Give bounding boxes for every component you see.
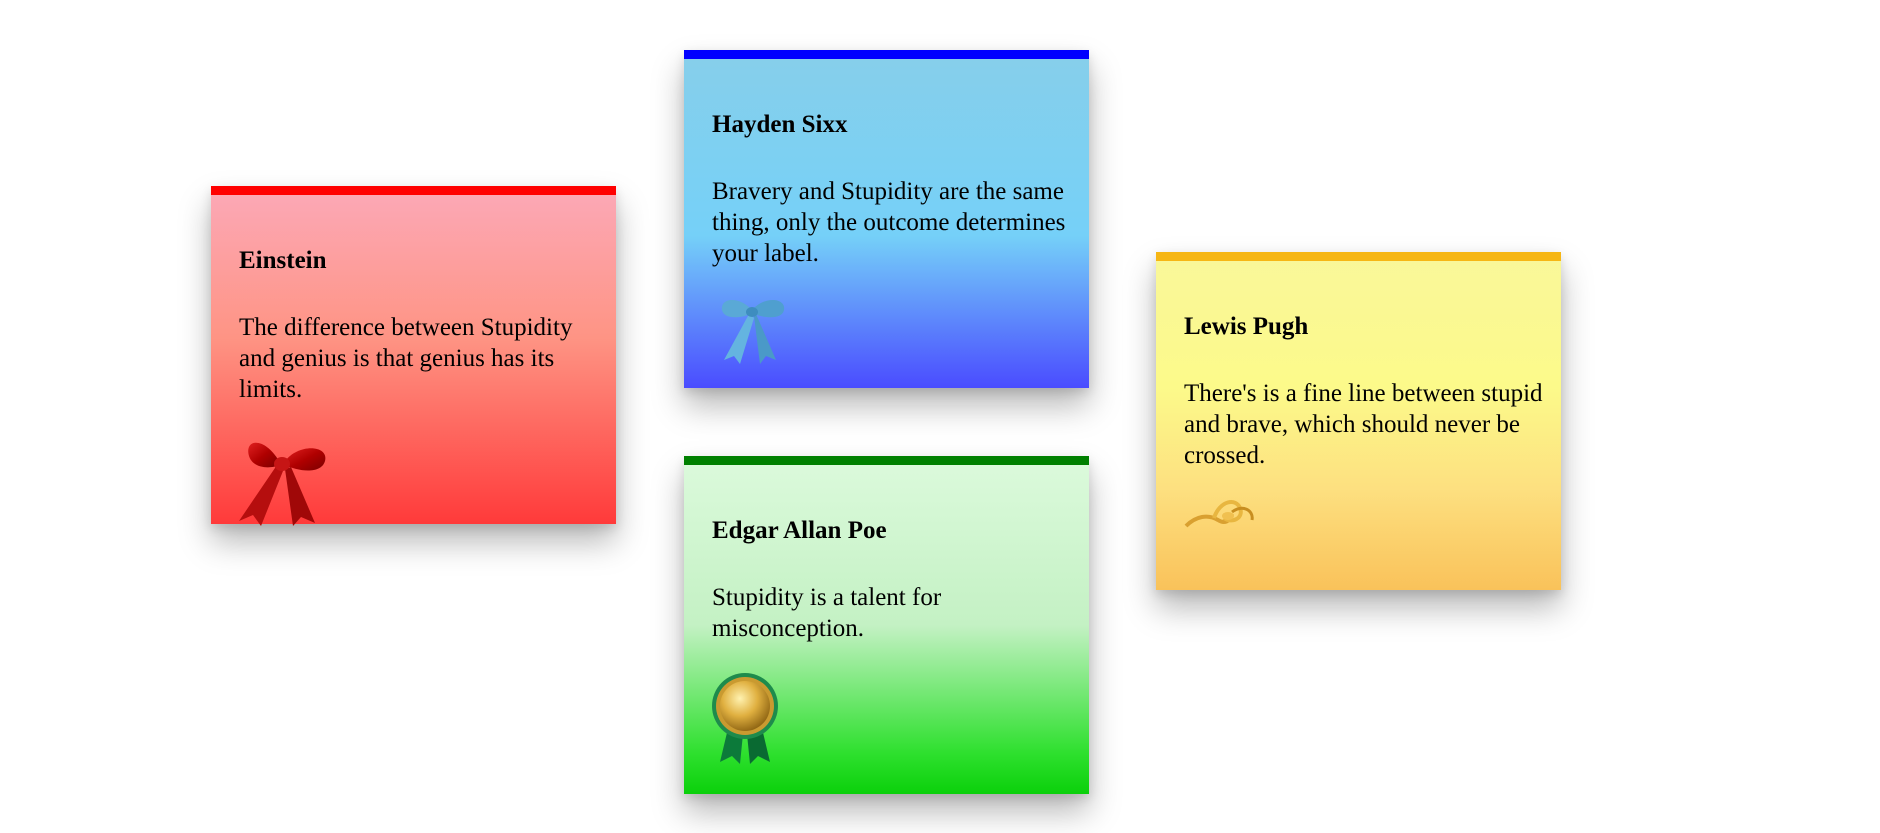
card-author: Lewis Pugh xyxy=(1184,313,1309,340)
gold-medal-ribbon-icon xyxy=(710,670,780,770)
card-quote: The difference between Stupidity and gen… xyxy=(239,314,573,403)
red-bow-icon xyxy=(239,431,329,531)
card-top-bar xyxy=(211,186,616,195)
card-top-bar xyxy=(684,50,1089,59)
card-top-bar xyxy=(684,456,1089,465)
blue-bow-icon xyxy=(716,294,788,371)
card-top-bar xyxy=(1156,252,1561,261)
card-quote: Stupidity is a talent for misconception. xyxy=(712,584,942,642)
quote-card-lewis-pugh[interactable]: Lewis Pugh There's is a fine line betwee… xyxy=(1156,252,1561,590)
card-author: Hayden Sixx xyxy=(712,111,848,138)
card-author: Edgar Allan Poe xyxy=(712,517,887,544)
quote-cards-stage: Einstein The difference between Stupidit… xyxy=(0,0,1880,833)
card-author: Einstein xyxy=(239,247,327,274)
quote-card-einstein[interactable]: Einstein The difference between Stupidit… xyxy=(211,186,616,526)
quote-card-hayden-sixx[interactable]: Hayden Sixx Bravery and Stupidity are th… xyxy=(684,50,1089,388)
card-quote: There's is a fine line between stupid an… xyxy=(1184,380,1543,469)
quote-card-edgar-allan-poe[interactable]: Edgar Allan Poe Stupidity is a talent fo… xyxy=(684,456,1089,794)
gold-ribbon-curl-icon xyxy=(1184,494,1256,535)
card-quote: Bravery and Stupidity are the same thing… xyxy=(712,178,1066,267)
